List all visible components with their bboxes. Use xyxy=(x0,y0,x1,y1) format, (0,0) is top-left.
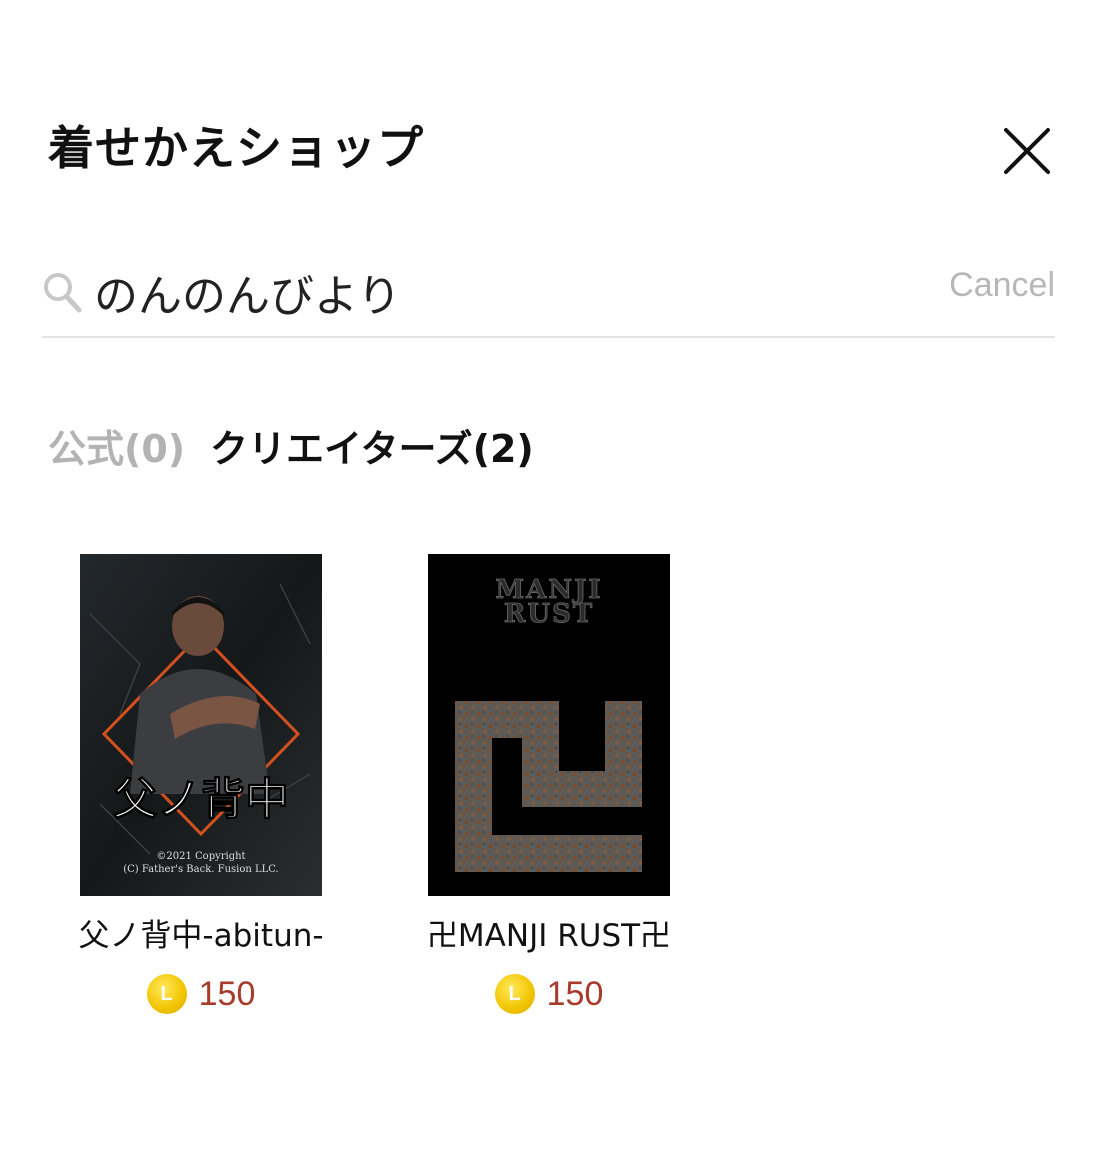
search-bar: Cancel xyxy=(42,250,1055,338)
tab-official[interactable]: 公式(0) xyxy=(48,418,185,473)
manji-symbol-icon xyxy=(455,701,642,872)
theme-thumbnail[interactable]: 父ノ背中 ©2021 Copyright (C) Father's Back. … xyxy=(80,554,322,896)
cancel-button[interactable]: Cancel xyxy=(949,266,1055,305)
theme-thumbnail[interactable]: MANJI RUST xyxy=(428,554,670,896)
thumbnail-copyright: ©2021 Copyright xyxy=(156,851,245,862)
theme-card[interactable]: 父ノ背中 ©2021 Copyright (C) Father's Back. … xyxy=(78,554,324,1016)
theme-shop-search-page: 着せかえショップ Cancel 公式(0) クリエイターズ(2) xyxy=(0,0,1096,1156)
thumbnail-caption: 父ノ背中 xyxy=(113,774,289,825)
thumbnail-copyright: (C) Father's Back. Fusion LLC. xyxy=(123,864,279,875)
search-icon xyxy=(42,270,84,314)
theme-title: 卍MANJI RUST卍 xyxy=(426,918,672,954)
tab-creators[interactable]: クリエイターズ(2) xyxy=(210,418,534,473)
page-title: 着せかえショップ xyxy=(48,121,424,175)
coin-icon: L xyxy=(146,974,187,1014)
coin-icon: L xyxy=(494,974,535,1014)
close-icon xyxy=(1004,128,1050,174)
close-button[interactable] xyxy=(1000,124,1054,178)
price: L 150 xyxy=(80,972,322,1016)
price-value: 150 xyxy=(198,974,256,1013)
theme-card[interactable]: MANJI RUST 卍MANJI RUST卍 L 150 xyxy=(427,554,671,1016)
price: L 150 xyxy=(428,972,670,1016)
price-value: 150 xyxy=(546,974,604,1013)
search-input[interactable] xyxy=(94,260,914,324)
theme-title: 父ノ背中-abitun- xyxy=(78,918,324,954)
thumbnail-caption: RUST xyxy=(504,599,594,629)
